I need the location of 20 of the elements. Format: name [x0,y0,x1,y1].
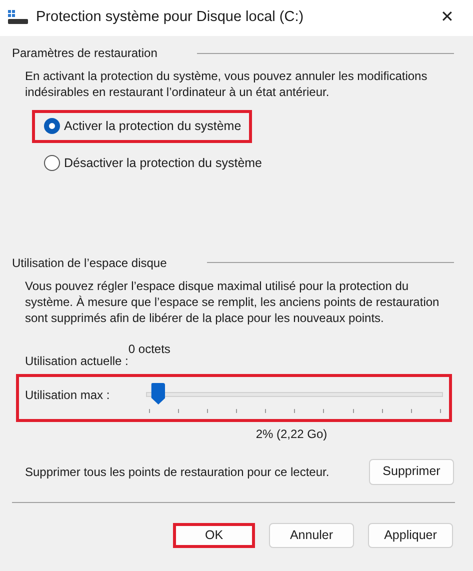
description-text: En activant la protection du système, vous pouvez annuler les modifications indésirables en restaurant l’ordinateur à un état antérieur. [24,68,428,100]
dialog-button[interactable]: Annuler [269,522,354,548]
window-title: Protection système pour Disque local (C:) [36,8,305,28]
slider-thumb[interactable] [151,382,166,404]
description-text: Vous pouvez régler l’espace disque maximal utilisé pour la protection du système. À mesure que l’espace se remplit, les anciens points de restauration sont supprimés afin de libérer de la place pour les nouveaux points. [24,278,440,326]
max-usage-label: Utilisation max : [25,386,110,404]
current-usage-label: Utilisation actuelle : [25,354,128,370]
section-heading: Paramètres de restauration [12,45,158,62]
current-usage-value: 0 octets [128,340,170,358]
radio-option[interactable]: Activer la protection du système [32,110,252,143]
dialog-button[interactable]: Appliquer [368,522,453,548]
radio-option[interactable]: Désactiver la protection du système [32,146,274,180]
max-usage-value: 2% (2,22 Go) [256,426,328,440]
dialog-button[interactable]: OK [173,522,255,548]
app-icon [8,10,28,26]
close-button[interactable]: ✕ [429,5,465,31]
section-heading: Utilisation de l’espace disque [12,254,167,272]
delete-text: Supprimer tous les points de restauration pour ce lecteur. [25,464,330,480]
delete-button[interactable]: Supprimer [369,458,454,484]
usage-slider[interactable] [146,382,443,412]
